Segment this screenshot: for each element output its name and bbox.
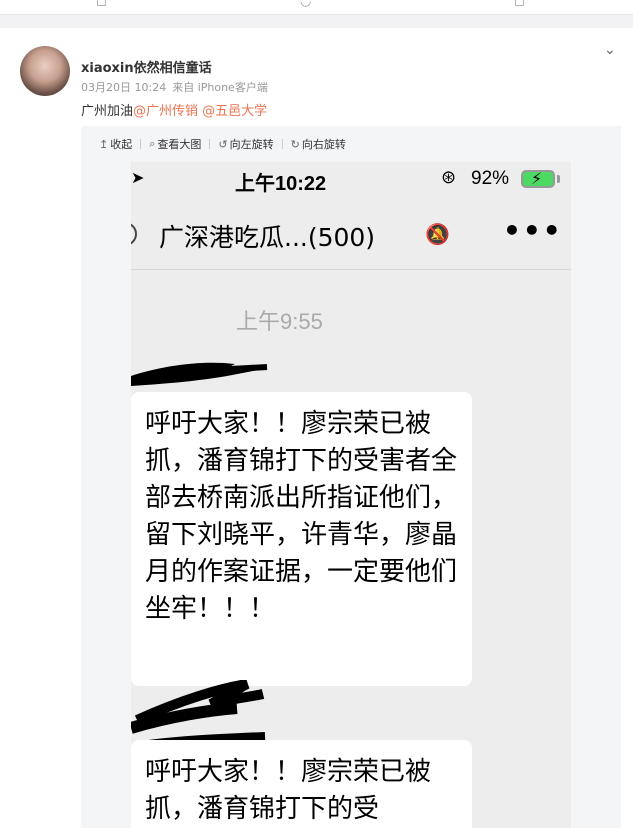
post-text: 广州加油 — [81, 104, 134, 119]
chevron-down-icon[interactable]: ⌄ — [604, 42, 616, 58]
comment-icon[interactable]: ◻ — [96, 0, 107, 9]
view-large-button[interactable]: ⌕ 查看大图 — [149, 136, 201, 152]
post-meta: 03月20日 10:24 来自 iPhone客户端 — [81, 79, 274, 95]
previous-post-card: ◻ ◡ ◻ — [0, 0, 633, 15]
status-bar: ➤ 上午10:22 ⊛ 92% ⚡ — [131, 162, 571, 198]
chat-title: 广深港吃瓜...(500) — [159, 223, 376, 252]
username[interactable]: xiaoxin依然相信童话 — [81, 57, 212, 76]
toolbar-divider — [281, 139, 283, 149]
rotate-right-label: 向右旋转 — [301, 138, 346, 151]
battery-icon: ⚡ — [521, 169, 555, 188]
like-icon[interactable]: ◡ — [300, 0, 311, 9]
redaction-scribble — [131, 362, 269, 386]
more-icon: ••• — [503, 214, 563, 247]
rotation-lock-icon: ⊛ — [441, 167, 457, 188]
chat-message-bubble: 呼吁大家！！廖宗荣已被抓，潘育锦打下的受 — [131, 740, 472, 828]
media-toolbar: ↥ 收起 ⌕ 查看大图 ↺ 向左旋转 ↻ 向右旋转 — [99, 136, 354, 152]
rotate-left-label: 向左旋转 — [229, 138, 274, 151]
battery-tip — [557, 175, 560, 183]
collapse-icon: ↥ — [99, 137, 109, 151]
location-arrow-icon: ➤ — [131, 168, 145, 187]
post-date[interactable]: 03月20日 10:24 — [81, 81, 166, 94]
status-time: 上午10:22 — [235, 173, 327, 195]
chat-screenshot[interactable]: ➤ 上午10:22 ⊛ 92% ⚡ 广深港吃瓜...(500) 🔕 ••• 上午… — [131, 162, 571, 828]
chat-header: 广深港吃瓜...(500) 🔕 ••• — [131, 204, 571, 270]
rotate-right-button[interactable]: ↻ 向右旋转 — [291, 136, 346, 152]
charging-bolt-icon: ⚡ — [531, 169, 543, 188]
chat-timestamp: 上午9:55 — [236, 309, 323, 334]
rotate-left-icon: ↺ — [218, 137, 228, 151]
zoom-icon: ⌕ — [149, 137, 156, 150]
media-viewer: ↥ 收起 ⌕ 查看大图 ↺ 向左旋转 ↻ 向右旋转 ➤ 上午10:22 ⊛ 92… — [81, 126, 621, 828]
avatar[interactable] — [20, 46, 70, 96]
post-content: 广州加油@广州传销 @五邑大学 — [81, 100, 267, 119]
view-large-label: 查看大图 — [157, 138, 202, 151]
toolbar-divider — [140, 139, 142, 149]
chat-message-bubble: 呼吁大家！！廖宗荣已被抓，潘育锦打下的受害者全部去桥南派出所指证他们，留下刘晓平… — [131, 392, 472, 686]
battery-percent: 92% — [471, 168, 510, 189]
collapse-button[interactable]: ↥ 收起 — [99, 136, 132, 152]
post-card: ⌄ xiaoxin依然相信童话 03月20日 10:24 来自 iPhone客户端… — [0, 28, 633, 828]
collapse-label: 收起 — [110, 138, 133, 151]
mention-link[interactable]: @广州传销 — [133, 104, 198, 119]
rotate-right-icon: ↻ — [290, 137, 300, 151]
share-icon[interactable]: ◻ — [514, 0, 525, 9]
rotate-left-button[interactable]: ↺ 向左旋转 — [218, 136, 273, 152]
post-source: 来自 iPhone客户端 — [172, 81, 268, 94]
toolbar-divider — [209, 139, 211, 149]
mute-bell-icon: 🔕 — [425, 222, 450, 246]
mention-link[interactable]: @五邑大学 — [202, 104, 267, 119]
back-icon — [131, 222, 137, 246]
